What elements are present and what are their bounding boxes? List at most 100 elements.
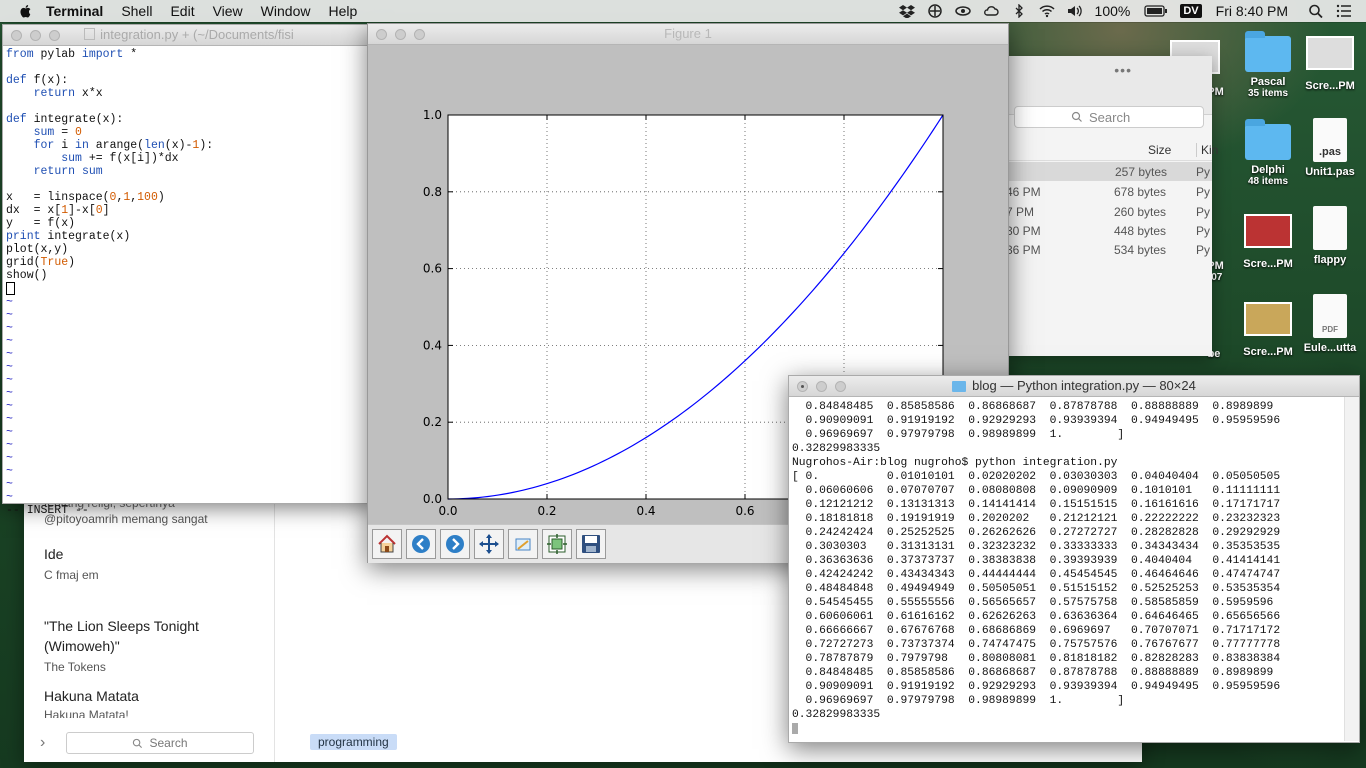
- screenshot-thumbnail: [1244, 214, 1292, 248]
- finder-row[interactable]: 7 PM 260 bytes Py: [1006, 202, 1212, 221]
- terminal-line: 0.32829983335: [792, 443, 881, 455]
- menu-view[interactable]: View: [213, 3, 243, 19]
- evernote-icon[interactable]: [927, 4, 943, 18]
- chevron-right-icon[interactable]: ›: [40, 734, 45, 752]
- x-tick-label: 0.4: [636, 504, 655, 518]
- y-tick-label: 0.0: [423, 492, 442, 506]
- desktop-icon-screenshot-1[interactable]: Scre...PM: [1290, 36, 1366, 92]
- finder-row[interactable]: 257 bytes Py: [1008, 162, 1212, 181]
- menu-edit[interactable]: Edit: [170, 3, 194, 19]
- battery-icon[interactable]: [1144, 4, 1168, 18]
- terminal-output[interactable]: 0.84848485 0.85858586 0.86868687 0.87878…: [789, 397, 1359, 741]
- desktop-file-unit1[interactable]: .pas Unit1.pas: [1290, 118, 1366, 178]
- figure-window-title: Figure 1: [664, 26, 712, 41]
- vim-terminal-window[interactable]: integration.py + (~/Documents/fisi from …: [2, 24, 376, 517]
- terminal-line: 0.12121212 0.13131313 0.14141414 0.15151…: [792, 499, 1281, 511]
- terminal-window-titlebar[interactable]: blog — Python integration.py — 80×24: [789, 376, 1359, 397]
- finder-row[interactable]: 46 PM 678 bytes Py: [1006, 182, 1212, 201]
- pas-file-icon: .pas: [1313, 118, 1347, 162]
- close-button[interactable]: [376, 29, 387, 40]
- x-tick-label: 0.6: [735, 504, 754, 518]
- home-button[interactable]: [372, 529, 402, 559]
- terminal-line: 0.90909091 0.91919192 0.92929293 0.93939…: [792, 415, 1281, 427]
- document-icon: [1313, 206, 1347, 250]
- desktop-file-flappy[interactable]: flappy: [1290, 206, 1366, 266]
- note-tag[interactable]: programming: [310, 734, 397, 750]
- y-tick-label: 0.2: [423, 415, 442, 429]
- minimize-button[interactable]: [816, 381, 827, 392]
- note-item-ide[interactable]: Ide C fmaj em: [44, 546, 99, 582]
- note-item-hakuna[interactable]: Hakuna Matata Hakuna Matata!: [44, 688, 139, 718]
- save-button[interactable]: [576, 529, 606, 559]
- desktop-file-euler-pdf[interactable]: PDF Eule...utta: [1290, 294, 1366, 354]
- terminal-line: 0.24242424 0.25252525 0.26262626 0.27272…: [792, 527, 1281, 539]
- vim-mode-indicator: -- INSERT --: [6, 503, 89, 517]
- terminal-line: 0.78787879 0.7979798 0.80808081 0.818181…: [792, 653, 1281, 665]
- close-button[interactable]: [11, 30, 22, 41]
- vim-editor-buffer[interactable]: from pylab import * def f(x): return x*x…: [3, 46, 375, 519]
- apple-icon[interactable]: [18, 3, 34, 19]
- pan-button[interactable]: [474, 529, 504, 559]
- user-badge[interactable]: DV: [1180, 4, 1202, 18]
- menu-window[interactable]: Window: [261, 3, 311, 19]
- menu-bar: Terminal Shell Edit View Window Help 100…: [0, 0, 1366, 22]
- terminal-line: 0.90909091 0.91919192 0.92929293 0.93939…: [792, 681, 1281, 693]
- close-button[interactable]: [797, 381, 808, 392]
- clock[interactable]: Fri 8:40 PM: [1216, 3, 1288, 19]
- home-icon: [378, 534, 396, 553]
- zoom-button[interactable]: [508, 529, 538, 559]
- wifi-icon[interactable]: [1039, 4, 1055, 18]
- terminal-line: 0.66666667 0.67676768 0.68686869 0.69696…: [792, 625, 1281, 637]
- note-item-lion[interactable]: "The Lion Sleeps Tonight (Wimoweh)" The …: [44, 616, 224, 674]
- finder-row[interactable]: 30 PM 448 bytes Py: [1006, 221, 1212, 240]
- vim-window-titlebar[interactable]: integration.py + (~/Documents/fisi: [3, 25, 375, 46]
- finder-column-header: Size Kin: [1008, 140, 1218, 161]
- minimize-button[interactable]: [30, 30, 41, 41]
- bluetooth-icon[interactable]: [1011, 4, 1027, 18]
- zoom-button[interactable]: [49, 30, 60, 41]
- floppy-disk-icon: [582, 535, 600, 553]
- terminal-line: 0.72727273 0.73737374 0.74747475 0.75757…: [792, 639, 1281, 651]
- minimize-button[interactable]: [395, 29, 406, 40]
- search-icon: [1071, 111, 1082, 122]
- menu-shell[interactable]: Shell: [121, 3, 152, 19]
- python-terminal-window[interactable]: blog — Python integration.py — 80×24 0.8…: [788, 375, 1360, 743]
- more-icon[interactable]: •••: [1114, 62, 1132, 78]
- subplots-button[interactable]: [542, 529, 572, 559]
- terminal-line: [ 0. 0.01010101 0.02020202 0.03030303 0.…: [792, 471, 1281, 483]
- finder-row[interactable]: 36 PM 534 bytes Py: [1006, 240, 1212, 259]
- folder-icon: [952, 380, 967, 392]
- eye-icon[interactable]: [954, 4, 971, 18]
- text-cursor: [6, 282, 15, 295]
- zoom-rect-icon: [515, 538, 531, 551]
- zoom-button[interactable]: [414, 29, 425, 40]
- menu-app-terminal[interactable]: Terminal: [46, 3, 103, 19]
- notes-search-input[interactable]: Search: [66, 732, 254, 754]
- column-kind[interactable]: Kin: [1196, 143, 1218, 157]
- volume-icon[interactable]: [1067, 4, 1083, 18]
- battery-percent[interactable]: 100%: [1095, 3, 1131, 19]
- dropbox-icon[interactable]: [898, 4, 915, 18]
- y-tick-label: 0.4: [423, 338, 442, 352]
- y-tick-label: 1.0: [423, 108, 442, 122]
- y-tick-label: 0.6: [423, 262, 442, 276]
- forward-button[interactable]: [440, 529, 470, 559]
- notification-center-icon[interactable]: [1336, 4, 1352, 18]
- pdf-file-icon: PDF: [1313, 294, 1347, 338]
- figure-window-titlebar[interactable]: Figure 1: [368, 24, 1008, 45]
- zoom-button[interactable]: [835, 381, 846, 392]
- folder-icon: [1245, 119, 1291, 160]
- finder-window: ••• Search Size Kin 257 bytes Py 46 PM 6…: [1006, 56, 1218, 356]
- terminal-scrollbar[interactable]: [1344, 397, 1359, 741]
- spotlight-search-icon[interactable]: [1308, 4, 1324, 18]
- terminal-line: 0.48484848 0.49494949 0.50505051 0.51515…: [792, 583, 1281, 595]
- finder-search-input[interactable]: Search: [1014, 106, 1204, 128]
- menu-help[interactable]: Help: [328, 3, 357, 19]
- x-tick-label: 0.2: [537, 504, 556, 518]
- column-size[interactable]: Size: [1148, 143, 1171, 157]
- terminal-line: 0.36363636 0.37373737 0.38383838 0.39393…: [792, 555, 1281, 567]
- back-arrow-icon: [412, 535, 430, 553]
- cloud-icon[interactable]: [983, 4, 999, 18]
- folder-icon: [1245, 31, 1291, 72]
- back-button[interactable]: [406, 529, 436, 559]
